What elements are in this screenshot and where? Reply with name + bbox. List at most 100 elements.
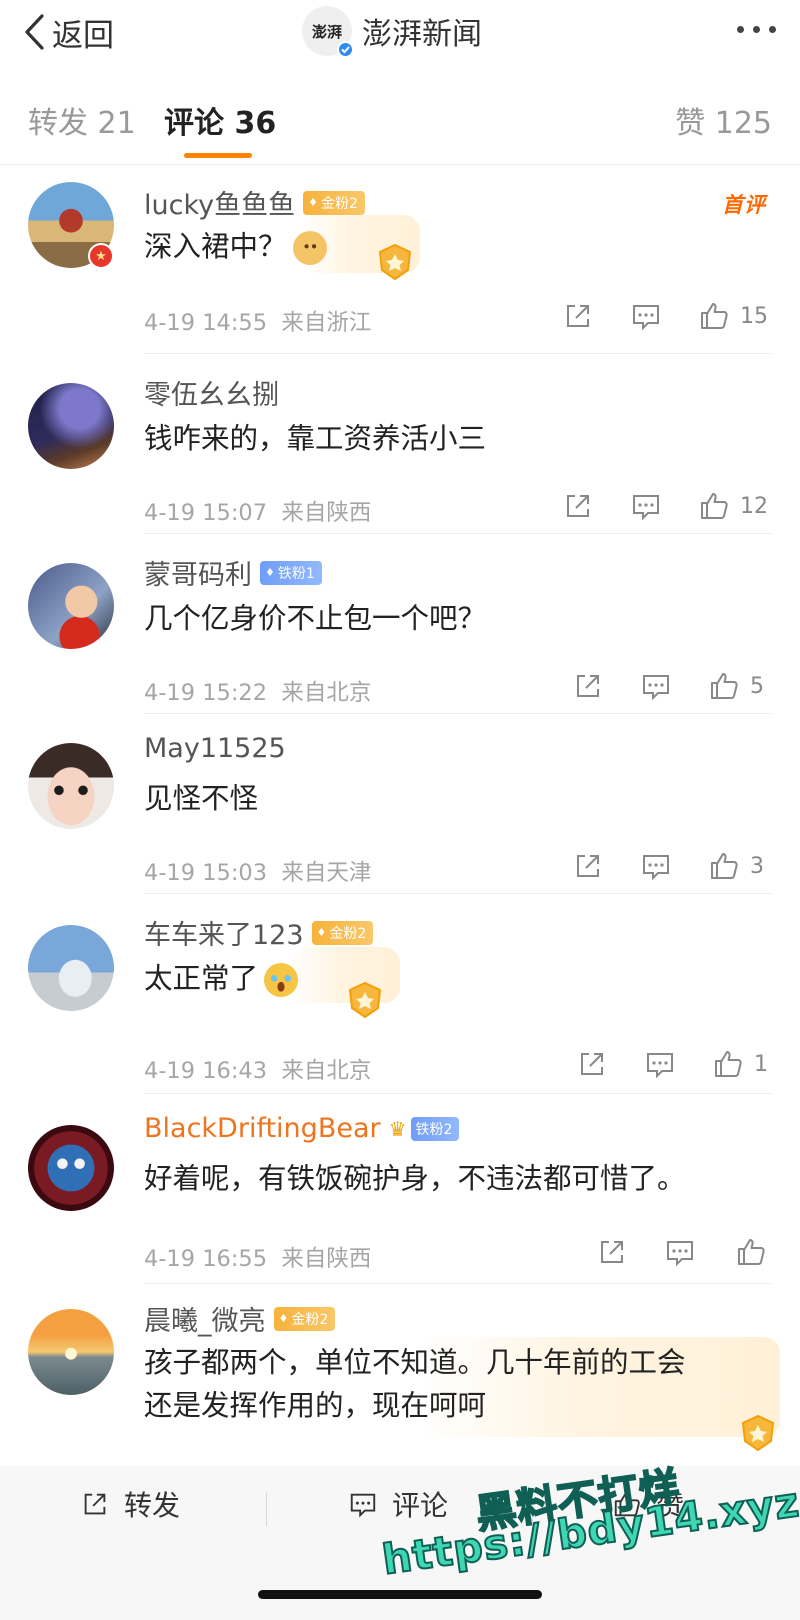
thumbs-up-icon — [738, 1239, 765, 1265]
laughing-emoji-icon — [264, 963, 299, 997]
divider — [266, 1492, 267, 1526]
first-comment-badge: 首评 — [722, 193, 766, 217]
like-count: 15 — [740, 303, 768, 329]
reply-action-icon[interactable] — [630, 300, 662, 332]
thumbs-up-icon — [711, 673, 738, 699]
avatar[interactable] — [28, 1125, 114, 1211]
account-name: 澎湃新闻 — [362, 17, 482, 52]
comment-item: BlackDriftingBear ♛ 铁粉2 好着呢，有铁饭碗护身，不违法都可… — [0, 1095, 800, 1285]
comment-text: 好着呢，有铁饭碗护身，不违法都可惜了。 — [144, 1162, 686, 1195]
avatar[interactable] — [28, 563, 114, 649]
username-text: 蒙哥码利 — [144, 560, 252, 591]
repost-icon — [84, 1493, 106, 1515]
divider — [144, 713, 772, 714]
like-action[interactable]: 1 — [712, 1048, 768, 1080]
comment-location: 来自天津 — [281, 860, 372, 886]
fan-badge-label: 铁粉2 — [415, 1121, 453, 1138]
comment-text: 孩子都两个，单位不知道。几十年前的工会 还是发挥作用的，现在呵呵 — [144, 1341, 686, 1427]
fan-badge: ♦ 金粉2 — [303, 190, 365, 215]
thumbs-up-icon — [701, 303, 728, 329]
username-text: 车车来了123 — [144, 920, 304, 951]
comment-button[interactable]: 评论 — [348, 1484, 448, 1524]
comment-meta: 4-19 14:55 来自浙江 — [144, 305, 371, 337]
comment-time: 4-19 14:55 — [144, 310, 268, 336]
comment-item: ★ lucky鱼鱼鱼 ♦ 金粉2 首评 深入裙中？ 4-19 14:55 来自浙江… — [0, 165, 800, 355]
reply-action-icon[interactable] — [640, 850, 672, 882]
username-text: lucky鱼鱼鱼 — [144, 190, 296, 221]
comment-time: 4-19 15:22 — [144, 680, 268, 706]
username-text: 晨曦_微亮 — [144, 1306, 266, 1337]
comment-label: 评论 — [392, 1489, 449, 1522]
account-header[interactable]: 澎湃 澎湃新闻 — [302, 6, 482, 58]
chevron-left-icon — [25, 14, 44, 50]
like-count: 5 — [750, 673, 764, 699]
repost-action-icon[interactable] — [562, 490, 594, 522]
tab-repost[interactable]: 转发 21 — [28, 98, 136, 142]
like-action[interactable] — [735, 1236, 777, 1268]
reply-action-icon[interactable] — [630, 490, 662, 522]
divider — [144, 893, 772, 894]
fan-badge-label: 金粉2 — [321, 195, 358, 212]
comment-text: 几个亿身价不止包一个吧？ — [144, 602, 487, 635]
fan-badge-label: 金粉2 — [329, 925, 367, 942]
comment-text-content: 太正常了 — [144, 962, 259, 995]
repost-action-icon[interactable] — [572, 850, 604, 882]
sunshine-badge-icon: ★ — [88, 243, 114, 269]
logo-text: 澎湃 — [311, 22, 342, 41]
reply-action-icon[interactable] — [664, 1236, 696, 1268]
comment-username[interactable]: May11525 — [144, 733, 286, 764]
repost-action-icon[interactable] — [562, 300, 594, 332]
like-action[interactable]: 15 — [698, 300, 768, 332]
comment-username[interactable]: 零伍幺幺捌 — [144, 373, 279, 412]
reply-action-icon[interactable] — [640, 670, 672, 702]
fan-badge: 铁粉2 — [410, 1116, 460, 1141]
divider — [144, 353, 772, 354]
username-text: BlackDriftingBear — [144, 1113, 381, 1144]
comment-meta: 4-19 16:43 来自北京 — [144, 1053, 371, 1085]
reply-action-icon[interactable] — [644, 1048, 676, 1080]
tab-like[interactable]: 赞 125 — [675, 98, 772, 142]
divider — [144, 533, 772, 534]
comment-item: May11525 见怪不怪 4-19 15:03 来自天津 3 — [0, 715, 800, 895]
comment-meta: 4-19 15:03 来自天津 — [144, 855, 371, 887]
comment-item: 晨曦_微亮 ♦ 金粉2 孩子都两个，单位不知道。几十年前的工会 还是发挥作用的，现… — [0, 1285, 800, 1466]
comment-time: 4-19 16:55 — [144, 1246, 268, 1272]
top-navigation-bar: 返回 澎湃 澎湃新闻 — [0, 0, 800, 77]
like-count: 12 — [740, 493, 768, 519]
avatar[interactable] — [28, 1309, 114, 1395]
repost-button[interactable]: 转发 — [80, 1484, 180, 1524]
like-action[interactable]: 3 — [708, 850, 764, 882]
fan-badge: ♦ 铁粉1 — [260, 560, 322, 585]
back-label: 返回 — [52, 17, 114, 54]
comment-location: 来自陕西 — [281, 1246, 372, 1272]
avatar[interactable] — [28, 743, 114, 829]
comment-username[interactable]: 晨曦_微亮 ♦ 金粉2 — [144, 1299, 336, 1338]
comment-username[interactable]: 蒙哥码利 ♦ 铁粉1 — [144, 553, 322, 592]
avatar[interactable] — [28, 383, 114, 469]
avatar[interactable] — [28, 925, 114, 1011]
tab-comment[interactable]: 评论 36 — [164, 98, 276, 142]
comment-username[interactable]: BlackDriftingBear ♛ 铁粉2 — [144, 1113, 460, 1144]
comment-item: 车车来了123 ♦ 金粉2 太正常了 4-19 16:43 来自北京 1 — [0, 895, 800, 1095]
fan-badge: ♦ 金粉2 — [311, 920, 374, 945]
repost-action-icon[interactable] — [576, 1048, 608, 1080]
comment-text-line: 还是发挥作用的，现在呵呵 — [144, 1389, 487, 1422]
thumbs-up-icon — [701, 493, 728, 519]
comment-text: 太正常了 — [144, 957, 299, 1000]
like-action[interactable]: 12 — [698, 490, 768, 522]
repost-action-icon[interactable] — [596, 1236, 628, 1268]
account-logo[interactable]: 澎湃 — [302, 6, 354, 58]
like-action[interactable]: 5 — [708, 670, 764, 702]
repost-action-icon[interactable] — [572, 670, 604, 702]
like-count: 1 — [754, 1051, 768, 1077]
back-button[interactable]: 返回 — [22, 10, 114, 54]
doge-emoji-icon — [292, 231, 327, 265]
gold-shield-icon — [373, 240, 417, 284]
comment-text-content: 深入裙中？ — [144, 230, 287, 263]
comment-icon — [350, 1493, 376, 1518]
more-options-icon[interactable] — [737, 26, 776, 33]
comment-meta: 4-19 15:22 来自北京 — [144, 675, 371, 707]
crown-icon: ♛ — [388, 1116, 407, 1141]
like-count: 3 — [750, 853, 764, 879]
home-indicator — [258, 1590, 542, 1599]
